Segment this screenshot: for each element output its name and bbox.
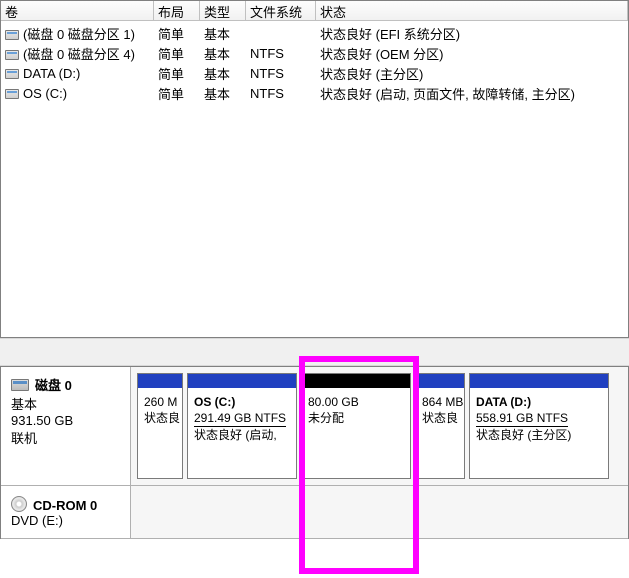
partition-body: 864 MB状态良 xyxy=(416,388,464,430)
partition-status: 状态良好 (主分区) xyxy=(476,427,604,443)
disk-label[interactable]: CD-ROM 0DVD (E:) xyxy=(1,486,131,538)
partition-title: OS (C:) xyxy=(194,394,292,410)
volume-type: 基本 xyxy=(200,64,246,83)
partition-color-bar xyxy=(188,374,296,388)
partition-strip: 260 M状态良OS (C:)291.49 GB NTFS状态良好 (启动,80… xyxy=(131,367,628,485)
volume-icon xyxy=(5,69,19,79)
splitter[interactable] xyxy=(0,338,629,366)
volume-layout: 简单 xyxy=(154,84,200,103)
partition-title: DATA (D:) xyxy=(476,394,604,410)
disk-info-line: 联机 xyxy=(11,428,122,447)
disk-title: 磁盘 0 xyxy=(35,378,72,393)
disk-label[interactable]: 磁盘 0基本931.50 GB联机 xyxy=(1,367,131,485)
volume-filesystem: NTFS xyxy=(246,86,316,101)
volume-row[interactable]: (磁盘 0 磁盘分区 4) 简单基本NTFS状态良好 (OEM 分区) xyxy=(1,43,628,63)
partition-status: 状态良 xyxy=(144,410,178,426)
disk-graphical-panel: 磁盘 0基本931.50 GB联机260 M状态良OS (C:)291.49 G… xyxy=(0,366,629,539)
partition-body: 260 M状态良 xyxy=(138,388,182,430)
partition-body: OS (C:)291.49 GB NTFS状态良好 (启动, xyxy=(188,388,296,448)
volume-layout: 简单 xyxy=(154,64,200,83)
partition-body: 80.00 GB未分配 xyxy=(302,388,410,430)
column-header-type[interactable]: 类型 xyxy=(200,1,246,21)
volume-type: 基本 xyxy=(200,44,246,63)
volume-status: 状态良好 (EFI 系统分区) xyxy=(316,24,628,43)
volume-icon xyxy=(5,89,19,99)
volume-layout: 简单 xyxy=(154,44,200,63)
volume-row[interactable]: OS (C:) 简单基本NTFS状态良好 (启动, 页面文件, 故障转储, 主分区… xyxy=(1,83,628,103)
volume-list-panel: 卷 布局 类型 文件系统 状态 (磁盘 0 磁盘分区 1)简单基本状态良好 (E… xyxy=(0,0,629,338)
column-header-layout[interactable]: 布局 xyxy=(154,1,200,21)
volume-row[interactable]: DATA (D:) 简单基本NTFS状态良好 (主分区) xyxy=(1,63,628,83)
disk-block: 磁盘 0基本931.50 GB联机260 M状态良OS (C:)291.49 G… xyxy=(1,367,628,486)
disk-info-line: DVD (E:) xyxy=(11,513,122,528)
partition-body: DATA (D:)558.91 GB NTFS状态良好 (主分区) xyxy=(470,388,608,448)
volume-status: 状态良好 (主分区) xyxy=(316,64,628,83)
partition-size: 291.49 GB NTFS xyxy=(194,410,292,427)
volume-column-headers: 卷 布局 类型 文件系统 状态 xyxy=(1,1,628,21)
volume-name: DATA (D:) xyxy=(23,66,80,81)
partition-color-bar xyxy=(416,374,464,388)
volume-type: 基本 xyxy=(200,84,246,103)
volume-name: (磁盘 0 磁盘分区 4) xyxy=(23,47,135,62)
hard-disk-icon xyxy=(11,379,29,391)
partition-box[interactable]: DATA (D:)558.91 GB NTFS状态良好 (主分区) xyxy=(469,373,609,479)
volume-filesystem: NTFS xyxy=(246,46,316,61)
volume-status: 状态良好 (OEM 分区) xyxy=(316,44,628,63)
volume-icon xyxy=(5,30,19,40)
disk-info-line: 931.50 GB xyxy=(11,413,122,428)
partition-color-bar xyxy=(138,374,182,388)
partition-box[interactable]: 260 M状态良 xyxy=(137,373,183,479)
volume-name: OS (C:) xyxy=(23,86,67,101)
partition-size: 260 M xyxy=(144,394,178,410)
column-header-status[interactable]: 状态 xyxy=(316,1,628,21)
partition-unallocated[interactable]: 80.00 GB未分配 xyxy=(301,373,411,479)
volume-rows: (磁盘 0 磁盘分区 1)简单基本状态良好 (EFI 系统分区)(磁盘 0 磁盘… xyxy=(1,21,628,103)
partition-box[interactable]: OS (C:)291.49 GB NTFS状态良好 (启动, xyxy=(187,373,297,479)
partition-status: 状态良 xyxy=(422,410,460,426)
volume-name: (磁盘 0 磁盘分区 1) xyxy=(23,27,135,42)
disk-title: CD-ROM 0 xyxy=(33,498,97,513)
volume-layout: 简单 xyxy=(154,24,200,43)
partition-status: 状态良好 (启动, xyxy=(194,427,292,443)
partition-size: 864 MB xyxy=(422,394,460,410)
volume-row[interactable]: (磁盘 0 磁盘分区 1) 简单基本 状态良好 (EFI 系统分区) xyxy=(1,23,628,43)
partition-color-bar xyxy=(302,374,410,388)
volume-filesystem: NTFS xyxy=(246,66,316,81)
column-header-filesystem[interactable]: 文件系统 xyxy=(246,1,316,21)
partition-strip xyxy=(131,486,628,538)
disk-block: CD-ROM 0DVD (E:) xyxy=(1,486,628,539)
partition-status: 未分配 xyxy=(308,410,406,426)
partition-box[interactable]: 864 MB状态良 xyxy=(415,373,465,479)
optical-drive-icon xyxy=(11,496,27,512)
column-header-volume[interactable]: 卷 xyxy=(1,1,154,21)
partition-color-bar xyxy=(470,374,608,388)
partition-size: 558.91 GB NTFS xyxy=(476,410,604,427)
disk-info-line: 基本 xyxy=(11,394,122,413)
partition-size: 80.00 GB xyxy=(308,394,406,410)
volume-status: 状态良好 (启动, 页面文件, 故障转储, 主分区) xyxy=(316,84,628,103)
volume-icon xyxy=(5,50,19,60)
volume-type: 基本 xyxy=(200,24,246,43)
